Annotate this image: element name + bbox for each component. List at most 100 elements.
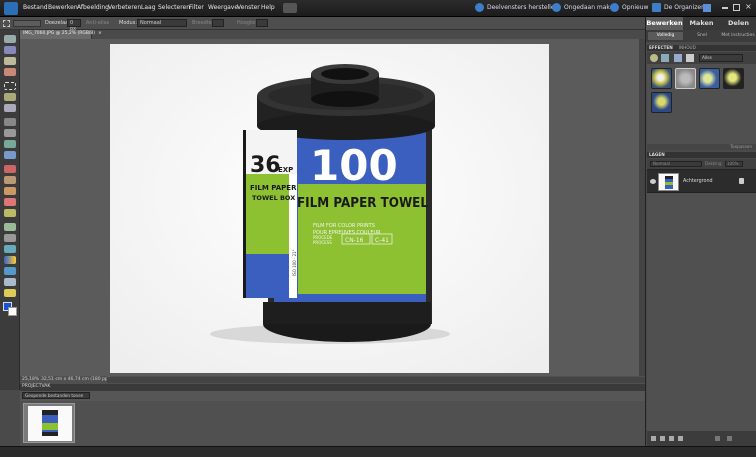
menu-bewerken[interactable]: Bewerken — [48, 4, 78, 11]
photo-text-side-2: TOWEL BOX — [252, 194, 295, 202]
project-bin-dropdown[interactable]: Geopende bestanden tonen — [22, 392, 90, 399]
menu-selecteren[interactable]: Selecteren — [158, 4, 190, 11]
lock-pixels-icon[interactable] — [715, 436, 720, 441]
tools-panel — [0, 30, 20, 390]
lasso-tool-icon[interactable] — [4, 93, 16, 101]
link-layers-icon[interactable] — [678, 436, 683, 441]
menu-afbeelding[interactable]: Afbeelding — [77, 4, 109, 11]
menu-laag[interactable]: Laag — [141, 4, 156, 11]
content-tab[interactable]: INHOUD — [679, 45, 696, 50]
adjustment-layer-icon[interactable] — [660, 436, 665, 441]
maximize-icon[interactable] — [733, 4, 740, 11]
organizer-button[interactable]: De Organizer — [652, 3, 704, 12]
delete-layer-icon[interactable] — [669, 436, 674, 441]
document-tab[interactable]: IMG_7060.JPG @ 25,2% (RGB/8) × — [20, 30, 102, 39]
styles-icon[interactable] — [661, 54, 669, 62]
selection-mode-buttons[interactable] — [13, 20, 41, 27]
menu-help[interactable]: Help — [261, 4, 275, 11]
photo-image[interactable]: 100 36 EXP FILM PAPER TOWEL BOX FILM PAP… — [110, 44, 549, 373]
width-input[interactable] — [212, 19, 224, 27]
paint-bucket-tool-icon[interactable] — [4, 245, 16, 253]
reset-label: Deelvensters herstellen — [487, 4, 559, 11]
subtab-instructies[interactable]: Met instructies — [720, 32, 756, 40]
effect-thumb-3[interactable] — [699, 68, 720, 89]
subtab-snel[interactable]: Snel — [685, 32, 719, 40]
effect-thumb-2[interactable] — [675, 68, 696, 89]
blur-tool-icon[interactable] — [4, 278, 16, 286]
crop-tool-icon[interactable] — [4, 129, 16, 137]
spot-healing-tool-icon[interactable] — [4, 176, 16, 184]
minimize-icon[interactable] — [722, 7, 728, 9]
menu-weergave[interactable]: Weergave — [208, 4, 238, 11]
shape-tool-icon[interactable] — [4, 267, 16, 275]
hand-tool-icon[interactable] — [4, 57, 16, 65]
redo-icon — [610, 3, 619, 12]
straighten-tool-icon[interactable] — [4, 151, 16, 159]
marquee-tool-icon[interactable] — [4, 82, 16, 90]
new-layer-icon[interactable] — [651, 436, 656, 441]
tab-close-icon[interactable]: × — [98, 31, 102, 36]
zoom-tool-icon[interactable] — [4, 46, 16, 54]
effects-grid-icon[interactable] — [686, 54, 694, 62]
horizontal-scrollbar[interactable] — [107, 377, 647, 383]
detail-brush-tool-icon[interactable] — [4, 234, 16, 242]
lock-all-icon[interactable] — [727, 436, 732, 441]
sponge-tool-icon[interactable] — [4, 289, 16, 297]
layers-title: LAGEN — [649, 152, 665, 157]
thumbnail-stripe — [42, 423, 58, 430]
effect-thumb-1[interactable] — [651, 68, 672, 89]
document-dimensions: 32,51 cm x 46,74 cm (180 ppi) — [41, 377, 111, 382]
marquee-tool-icon[interactable] — [3, 20, 10, 27]
apply-button[interactable]: Toepassen — [730, 144, 752, 149]
undo-icon — [552, 3, 561, 12]
close-icon[interactable]: × — [745, 2, 752, 11]
cookie-cutter-tool-icon[interactable] — [4, 140, 16, 148]
workspace-icon[interactable] — [283, 3, 297, 13]
magic-wand-tool-icon[interactable] — [4, 104, 16, 112]
tab-delen[interactable]: Delen — [720, 17, 756, 30]
opacity-input[interactable]: 100% — [725, 161, 743, 167]
photo-effects-icon[interactable] — [674, 54, 682, 62]
photo-text-side-1: FILM PAPER — [250, 184, 297, 192]
undo-button[interactable]: Ongedaan maken — [552, 3, 617, 12]
effect-thumb-4[interactable] — [723, 68, 744, 89]
tab-maken[interactable]: Maken — [683, 17, 720, 30]
photo-text-brand: FILM PAPER TOWEL — [297, 196, 428, 211]
type-tool-icon[interactable] — [4, 118, 16, 126]
effects-footer: Toepassen — [647, 144, 756, 150]
eyedropper-tool-icon[interactable] — [4, 68, 16, 76]
lock-icon[interactable] — [739, 178, 744, 184]
subtab-volledig[interactable]: Volledig — [648, 32, 683, 40]
organizer-icon — [652, 3, 661, 12]
mode-select[interactable]: Normaal — [137, 19, 187, 27]
height-label: Hoogte: — [237, 20, 257, 26]
effects-dropdown[interactable]: Alles — [699, 54, 743, 62]
red-eye-tool-icon[interactable] — [4, 165, 16, 173]
layer-visibility-icon[interactable] — [650, 179, 656, 184]
home-icon[interactable] — [703, 4, 711, 12]
move-tool-icon[interactable] — [4, 35, 16, 43]
menu-venster[interactable]: Venster — [237, 4, 260, 11]
smart-brush-tool-icon[interactable] — [4, 223, 16, 231]
feather-input[interactable]: 0 px — [67, 19, 81, 32]
zoom-readout[interactable]: 25,18% — [22, 377, 39, 382]
redo-button[interactable]: Opnieuw — [610, 3, 648, 12]
gradient-tool-icon[interactable] — [4, 256, 16, 264]
clone-stamp-tool-icon[interactable] — [4, 187, 16, 195]
menu-filter[interactable]: Filter — [189, 4, 204, 11]
eraser-tool-icon[interactable] — [4, 198, 16, 206]
width-label: Breedte: — [192, 20, 214, 26]
background-color-swatch[interactable] — [8, 307, 17, 316]
blend-mode-select[interactable]: Normaal — [650, 161, 702, 167]
brush-tool-icon[interactable] — [4, 209, 16, 217]
menu-verbeteren[interactable]: Verbeteren — [108, 4, 141, 11]
filters-icon[interactable] — [650, 54, 658, 62]
height-input[interactable] — [256, 19, 268, 27]
menu-bestand[interactable]: Bestand — [23, 4, 48, 11]
antialias-checkbox[interactable]: Anti-alias — [86, 20, 109, 26]
reset-panels-button[interactable]: Deelvensters herstellen — [475, 3, 558, 12]
tab-bewerken[interactable]: Bewerken — [646, 17, 683, 30]
effect-thumb-5[interactable] — [651, 92, 672, 113]
layer-row[interactable]: Achtergrond — [647, 169, 756, 193]
project-bin-thumbnail[interactable] — [23, 403, 75, 443]
